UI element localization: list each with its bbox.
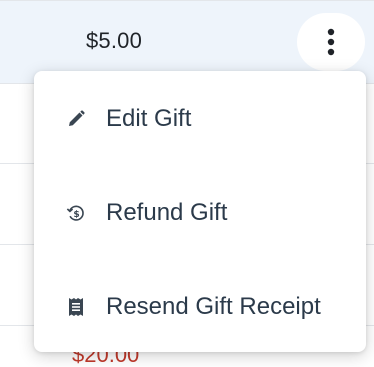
pencil-icon bbox=[66, 109, 86, 129]
menu-item-label: Resend Gift Receipt bbox=[106, 293, 321, 320]
menu-item-resend-gift-receipt[interactable]: Resend Gift Receipt bbox=[34, 272, 366, 342]
row-amount: $5.00 bbox=[86, 28, 143, 53]
menu-item-refund-gift[interactable]: $ Refund Gift bbox=[34, 178, 366, 248]
svg-text:$: $ bbox=[73, 210, 79, 220]
row-actions-button[interactable] bbox=[297, 13, 365, 71]
menu-item-label: Refund Gift bbox=[106, 199, 228, 226]
refund-dollar-icon: $ bbox=[66, 203, 86, 223]
more-vertical-icon bbox=[326, 27, 336, 57]
menu-item-label: Edit Gift bbox=[106, 105, 192, 132]
row-actions-menu: Edit Gift $ Refund Gift Resend Gift Rece… bbox=[34, 71, 366, 352]
menu-item-edit-gift[interactable]: Edit Gift bbox=[34, 84, 366, 154]
receipt-icon bbox=[66, 297, 86, 317]
